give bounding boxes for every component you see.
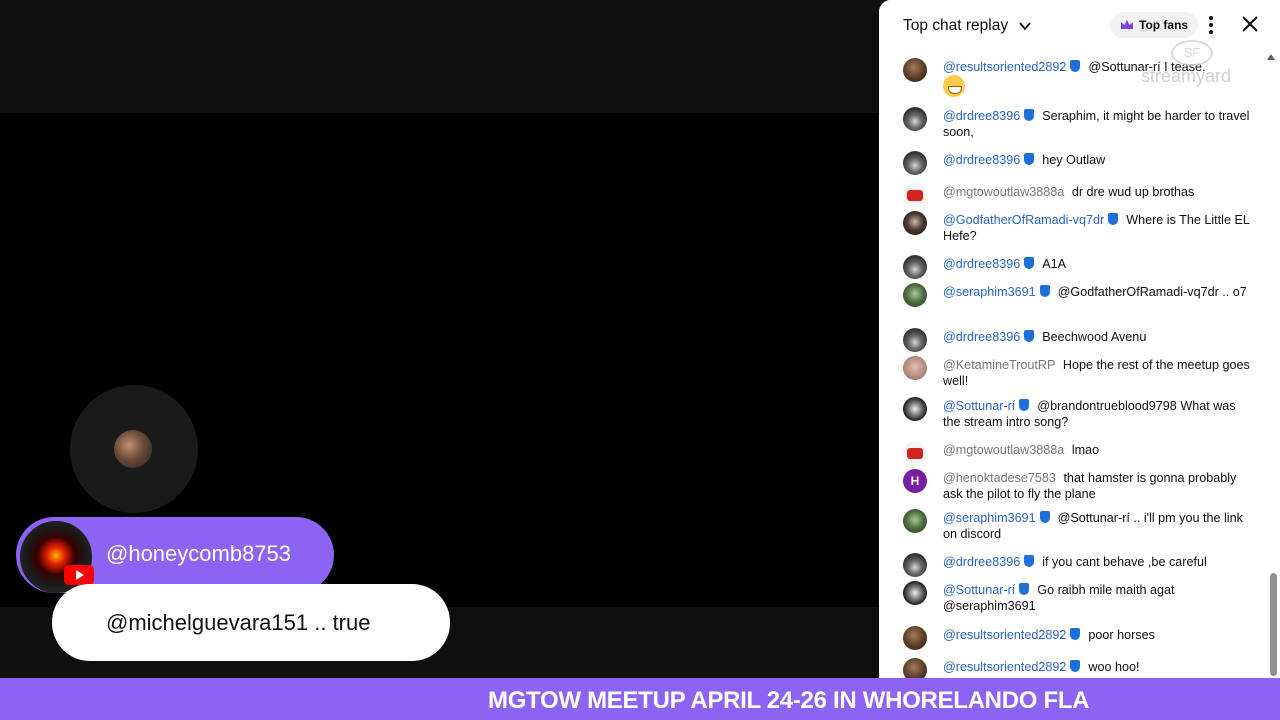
chat-message-text: Beechwood Avenu [1042,330,1147,344]
guest-tile [70,385,198,513]
moderator-shield-icon [1070,628,1081,640]
chat-author-avatar[interactable] [903,581,927,605]
chat-author-name[interactable]: @resultsoriented2892 [943,628,1066,642]
moderator-shield-icon [1024,109,1035,121]
chat-author-name[interactable]: @drdree8396 [943,153,1020,167]
chat-author-avatar[interactable] [903,658,927,678]
overlay-message-text: @michelguevara151 .. true [106,609,371,635]
chat-message-body: @GodfatherOfRamadi-vq7dr Where is The Lit… [943,212,1255,244]
banner-text: MGTOW MEETUP APRIL 24-26 IN WHORELANDO F… [488,687,1090,714]
chat-author-avatar[interactable] [903,58,927,82]
chat-author-avatar[interactable] [903,509,927,533]
chat-message-text: A1A [1042,257,1067,271]
moderator-shield-icon [1039,511,1050,523]
chat-author-avatar[interactable] [903,211,927,235]
chat-author-name[interactable]: @Sottunar-rí [943,583,1015,597]
youtube-icon [64,565,94,585]
moderator-shield-icon [1019,583,1030,595]
chat-message-body: @drdree8396 Seraphim, it might be harder … [943,108,1255,140]
chat-author-name[interactable]: @henoktadese7583 [943,471,1056,485]
overlay-author-name: @honeycomb8753 [106,541,292,566]
chat-author-avatar[interactable] [903,356,927,380]
chat-author-name[interactable]: @drdree8396 [943,555,1020,569]
chat-message-text: @GodfatherOfRamadi-vq7dr .. o7 [1057,285,1247,299]
chat-message-body: @drdree8396 if you cant behave ,be carefu… [943,554,1255,570]
chat-author-avatar[interactable] [903,328,927,352]
watermark-text: streamyard [1141,66,1232,86]
ticker-banner: MGTOW MEETUP APRIL 24-26 IN WHORELANDO F… [0,678,1280,720]
moderator-shield-icon [1024,330,1035,342]
streamyard-logo-icon: SF [1171,40,1213,66]
chat-message-body: @Sottunar-rí @brandontrueblood9798 What w… [943,398,1255,430]
chat-author-avatar[interactable] [903,183,927,207]
chat-message-text: dr dre wud up brothas [1071,185,1195,199]
moderator-shield-icon [1024,257,1035,269]
chat-message-body: @mgtowoutlaw3888a dr dre wud up brothas [943,184,1255,200]
chat-message-body: @drdree8396 Beechwood Avenu [943,329,1255,345]
top-fans-button[interactable]: Top fans [1110,12,1199,38]
chat-author-name[interactable]: @drdree8396 [943,330,1020,344]
chat-author-name[interactable]: @seraphim3691 [943,511,1036,525]
chat-message-text: hey Outlaw [1042,153,1106,167]
moderator-shield-icon [1019,399,1030,411]
more-options-icon[interactable] [1205,14,1217,36]
grin-emoji-icon [943,75,965,97]
chat-author-avatar[interactable] [903,553,927,577]
chat-message-body: @henoktadese7583 that hamster is gonna p… [943,470,1255,502]
chat-author-name[interactable]: @seraphim3691 [943,285,1036,299]
chat-author-name[interactable]: @Sottunar-rí [943,399,1015,413]
moderator-shield-icon [1070,60,1081,72]
chat-author-avatar[interactable] [903,441,927,465]
guest-avatar [114,430,152,468]
chat-message-body: @resultsoriented2892 woo hoo! [943,659,1255,675]
scroll-up-arrow-icon[interactable] [1267,54,1275,60]
chat-author-avatar[interactable]: H [903,469,927,493]
chat-mode-selector[interactable]: Top chat replay [903,17,1008,35]
chat-message-body: @drdree8396 hey Outlaw [943,152,1255,168]
scrollbar-thumb[interactable] [1270,573,1277,676]
crown-icon [1121,20,1133,29]
chat-message-text: woo hoo! [1088,660,1140,674]
chat-author-avatar[interactable] [903,151,927,175]
moderator-shield-icon [1024,555,1035,567]
moderator-shield-icon [1070,660,1081,672]
moderator-shield-icon [1039,285,1050,297]
chat-author-avatar[interactable] [903,107,927,131]
chat-author-avatar[interactable] [903,283,927,307]
chat-overlay-name-pill: @honeycomb8753 [16,517,334,593]
chat-message-text: if you cant behave ,be careful [1042,555,1207,569]
chat-author-name[interactable]: @GodfatherOfRamadi-vq7dr [943,213,1104,227]
chat-author-name[interactable]: @resultsoriented2892 [943,660,1066,674]
chat-message-body: @seraphim3691 @GodfatherOfRamadi-vq7dr ..… [943,284,1255,300]
close-icon[interactable] [1241,15,1259,33]
chat-author-avatar[interactable] [903,626,927,650]
chat-author-name[interactable]: @drdree8396 [943,109,1020,123]
chat-message-body: @Sottunar-rí Go raibh mile maith agat @se… [943,582,1255,614]
live-chat-panel: Top chat replay Top fans SF streamyard @… [879,0,1280,678]
top-fans-label: Top fans [1139,18,1189,32]
chat-author-name[interactable]: @KetamineTroutRP [943,358,1055,372]
chat-overlay-message: @michelguevara151 .. true [52,584,450,661]
chevron-down-icon[interactable] [1018,19,1032,33]
chat-message-body: @mgtowoutlaw3888a lmao [943,442,1255,458]
chat-author-avatar[interactable] [903,255,927,279]
chat-message-body: @drdree8396 A1A [943,256,1255,272]
chat-message-body: @seraphim3691 @Sottunar-rí .. i'll pm you… [943,510,1255,542]
chat-author-name[interactable]: @mgtowoutlaw3888a [943,185,1064,199]
chat-author-name[interactable]: @drdree8396 [943,257,1020,271]
chat-message-text: lmao [1071,443,1100,457]
chat-message-text: poor horses [1088,628,1155,642]
chat-author-avatar[interactable] [903,397,927,421]
streamyard-watermark: SF streamyard [1141,40,1231,87]
chat-author-name[interactable]: @resultsoriented2892 [943,60,1066,74]
moderator-shield-icon [1108,213,1119,225]
chat-message-body: @KetamineTroutRP Hope the rest of the me… [943,357,1255,389]
moderator-shield-icon [1024,153,1035,165]
chat-author-name[interactable]: @mgtowoutlaw3888a [943,443,1064,457]
chat-message-body: @resultsoriented2892 poor horses [943,627,1255,643]
stream-stage: @honeycomb8753 @michelguevara151 .. true [0,0,878,678]
